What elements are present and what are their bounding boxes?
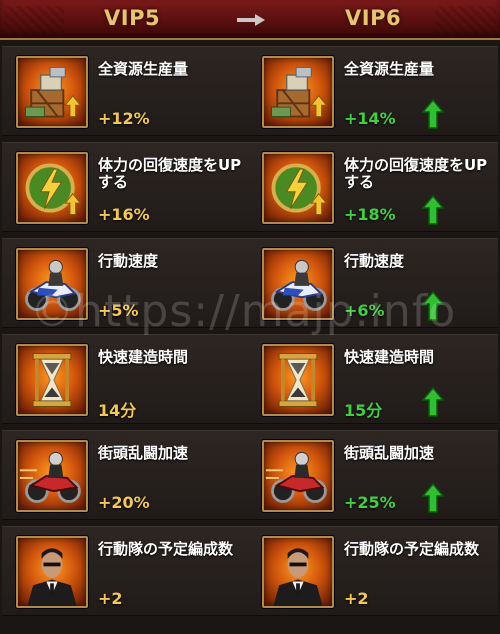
benefit-title: 行動速度 — [98, 252, 159, 270]
benefit-value: +2 — [98, 589, 123, 608]
current-benefit-cell: 体力の回復速度をUPする +16% — [2, 143, 246, 233]
benefit-title: 行動速度 — [344, 252, 405, 270]
next-vip-label: VIP6 — [345, 6, 402, 30]
next-benefit-cell: 行動速度 +6% — [248, 239, 492, 329]
next-benefit-cell: 街頭乱闘加速 +25% — [248, 431, 492, 521]
benefit-value: +25% — [344, 493, 396, 512]
current-benefit-cell: 全資源生産量 +12% — [2, 47, 246, 137]
street-race-bike-icon — [16, 440, 88, 512]
benefit-value: +2 — [344, 589, 369, 608]
upgrade-arrow-icon — [422, 483, 444, 513]
stamina-lightning-icon — [262, 152, 334, 224]
benefit-title: 体力の回復速度をUPする — [344, 156, 488, 191]
hourglass-icon — [16, 344, 88, 416]
benefit-title: 快速建造時間 — [98, 348, 189, 366]
benefit-value: +5% — [98, 301, 139, 320]
current-benefit-cell: 行動隊の予定編成数 +2 — [2, 527, 246, 617]
benefit-row-squad-count: 行動隊の予定編成数 +2 行動隊の予定編成数 +2 — [2, 526, 498, 616]
resource-crate-icon — [262, 56, 334, 128]
benefit-title: 体力の回復速度をUPする — [98, 156, 242, 191]
benefit-title: 街頭乱闘加速 — [98, 444, 189, 462]
upgrade-arrow-icon — [422, 387, 444, 417]
squad-leader-portrait-icon — [16, 536, 88, 608]
benefit-title: 街頭乱闘加速 — [344, 444, 435, 462]
current-benefit-cell: 快速建造時間 14分 — [2, 335, 246, 425]
benefit-row-resource-production: 全資源生産量 +12% 全資源生産量 +14% — [2, 46, 498, 136]
benefit-title: 全資源生産量 — [344, 60, 435, 78]
benefit-title: 全資源生産量 — [98, 60, 189, 78]
next-benefit-cell: 全資源生産量 +14% — [248, 47, 492, 137]
current-vip-label: VIP5 — [104, 6, 161, 30]
benefit-value: 15分 — [344, 401, 383, 420]
benefit-value: +6% — [344, 301, 385, 320]
benefit-title: 行動隊の予定編成数 — [98, 540, 234, 558]
upgrade-arrow-icon — [422, 99, 444, 129]
street-race-bike-icon — [262, 440, 334, 512]
next-benefit-cell: 快速建造時間 15分 — [248, 335, 492, 425]
motorcycle-rider-icon — [16, 248, 88, 320]
benefit-row-street-brawl-speed: 街頭乱闘加速 +20% 街頭乱闘加速 +25% — [2, 430, 498, 520]
benefit-value: +20% — [98, 493, 150, 512]
current-benefit-cell: 行動速度 +5% — [2, 239, 246, 329]
benefit-value: 14分 — [98, 401, 137, 420]
benefit-value: +12% — [98, 109, 150, 128]
motorcycle-rider-icon — [262, 248, 334, 320]
next-benefit-cell: 行動隊の予定編成数 +2 — [248, 527, 492, 617]
arrow-right-icon — [237, 14, 265, 26]
squad-leader-portrait-icon — [262, 536, 334, 608]
resource-crate-icon — [16, 56, 88, 128]
current-benefit-cell: 街頭乱闘加速 +20% — [2, 431, 246, 521]
benefit-row-stamina-recovery: 体力の回復速度をUPする +16% 体力の回復速度をUPする +18% — [2, 142, 498, 232]
upgrade-arrow-icon — [422, 291, 444, 321]
benefit-title: 快速建造時間 — [344, 348, 435, 366]
benefit-title: 行動隊の予定編成数 — [344, 540, 480, 558]
vip-comparison-header: VIP5 VIP6 — [0, 0, 500, 40]
benefit-row-action-speed: 行動速度 +5% 行動速度 +6% — [2, 238, 498, 328]
benefit-value: +14% — [344, 109, 396, 128]
benefit-value: +16% — [98, 205, 150, 224]
benefit-row-quick-build-time: 快速建造時間 14分 快速建造時間 15分 — [2, 334, 498, 424]
upgrade-arrow-icon — [422, 195, 444, 225]
next-benefit-cell: 体力の回復速度をUPする +18% — [248, 143, 492, 233]
hourglass-icon — [262, 344, 334, 416]
benefit-value: +18% — [344, 205, 396, 224]
stamina-lightning-icon — [16, 152, 88, 224]
